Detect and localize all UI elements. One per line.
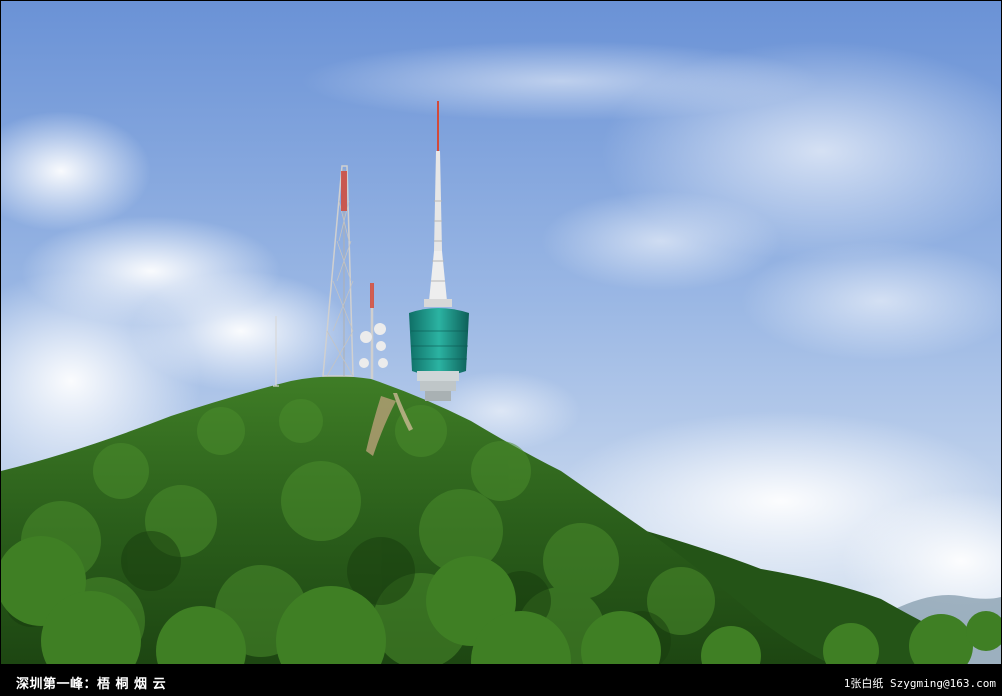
photo-title: 深圳第一峰：梧 桐 烟 云 bbox=[16, 677, 167, 692]
photo-frame: 深圳第一峰：梧 桐 烟 云 1张白纸 Szygming@163.com bbox=[0, 0, 1002, 696]
scene-illustration bbox=[1, 1, 1001, 664]
photo-credit: 1张白纸 Szygming@163.com bbox=[843, 677, 996, 690]
caption-bar: 深圳第一峰：梧 桐 烟 云 1张白纸 Szygming@163.com bbox=[0, 666, 1002, 696]
landscape-photo bbox=[1, 1, 1001, 664]
